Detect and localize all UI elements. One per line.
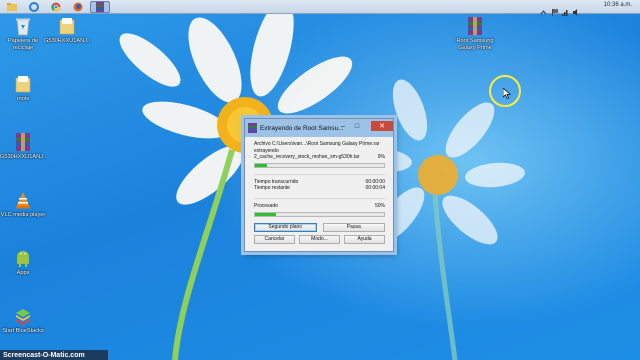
desktop-icon-label: roots [16,96,30,102]
winrar-icon [466,16,484,36]
archive-path-row: Archivo C:\Users\ivan...\Root Samsung Ga… [254,141,385,148]
pause-button[interactable]: Pausa [322,222,385,232]
folder-icon [14,74,32,94]
dialog-title-bar[interactable]: Extrayendo de Root Samsu... – □ ✕ [245,119,393,137]
mode-button[interactable]: Modo... [299,234,340,244]
watermark: Screencast-O-Matic.com [0,350,108,360]
action-row: extrayendo [254,148,385,155]
folder-icon [7,2,17,11]
mouse-pointer-icon [503,88,511,99]
winrar-icon [96,1,104,12]
vlc-icon [14,190,32,210]
file-progress-fill [255,163,267,167]
minimize-button[interactable]: – [337,121,349,131]
desktop-icon-label: Papelera de reciclaje [7,38,39,51]
maximize-button[interactable]: □ [351,121,363,131]
taskbar: 10:36 a.m. [0,0,640,16]
total-progress-fill [255,212,276,216]
desktop-icon-recycle-bin[interactable]: Papelera de reciclaje [0,16,46,51]
folder-icon [58,16,76,36]
desktop-icon-label: VLC media player [0,212,46,218]
bluestacks-icon [14,306,32,326]
processed-label: Procesado [254,202,278,209]
dialog-buttons-row2: Cancelar Modo... Ayuda [254,234,385,244]
remaining-row: Tiempo restante 00:00:04 [254,185,385,192]
background-button[interactable]: Segundo plano [254,222,317,232]
desktop-icon-folder-roots[interactable]: roots [0,74,46,103]
desktop-icon-label: Root Samsung Galaxy Prime [456,38,494,51]
elapsed-row: Tiempo transcurrido 00:00:00 [254,179,385,186]
dialog-buttons: Segundo plano Pausa [254,222,385,232]
current-file-name: 2_cache_recovery_stock_mohan_sm-g530h.ta… [254,154,360,161]
chrome-taskbar-button[interactable] [46,1,66,13]
remaining-label: Tiempo restante [254,185,290,192]
total-progress-bar [254,211,385,217]
file-progress-bar [254,162,385,168]
elapsed-label: Tiempo transcurrido [254,178,299,185]
minimize-icon: – [341,122,345,130]
recycle-bin-icon [14,16,32,36]
elapsed-value: 00:00:00 [365,178,385,185]
internet-explorer-icon [29,1,39,12]
archive-path: Archivo C:\Users\ivan...\Root Samsung Ga… [254,141,380,147]
desktop-icon-label: Apps [16,270,30,276]
ie-taskbar-button[interactable] [24,1,44,13]
volume-icon[interactable] [573,3,580,16]
divider [254,173,385,175]
explorer-taskbar-button[interactable] [2,1,22,13]
processed-row: Procesado 50% [254,203,385,210]
firefox-taskbar-button[interactable] [68,1,88,13]
close-icon: ✕ [379,123,385,130]
winrar-icon [14,132,32,152]
taskbar-clock[interactable]: 10:36 a.m. [604,2,632,8]
divider [254,197,385,199]
desktop-icon-apps[interactable]: Apps [0,248,46,277]
help-button[interactable]: Ayuda [344,234,385,244]
close-button[interactable]: ✕ [371,121,393,131]
desktop-icon-label: G530HXXU1ANJ... [0,154,48,160]
desktop-icon-vlc[interactable]: VLC media player [0,190,46,219]
winrar-icon [248,123,257,133]
current-file-row: 2_cache_recovery_stock_mohan_sm-g530h.ta… [254,154,385,161]
extraction-dialog: Extrayendo de Root Samsu... – □ ✕ Archiv… [244,118,394,252]
maximize-icon: □ [354,122,360,130]
tray-arrow-icon[interactable] [540,3,547,15]
firefox-icon [73,2,83,11]
desktop-icon-folder-g530h[interactable]: G530HXXU1ANJ... [44,16,92,45]
system-tray [540,3,580,16]
flag-icon[interactable] [551,3,558,16]
processed-percent: 50% [374,202,385,209]
chrome-icon [51,2,61,12]
winrar-taskbar-button[interactable] [90,0,110,13]
dialog-title: Extrayendo de Root Samsu... [260,124,344,132]
network-icon[interactable] [562,3,569,16]
desktop-icon-root-samsung[interactable]: Root Samsung Galaxy Prime [452,16,498,51]
cancel-button[interactable]: Cancelar [254,234,295,244]
android-icon [14,248,32,268]
desktop-icon-rar-g530h[interactable]: G530HXXU1ANJ... [0,132,48,161]
remaining-value: 00:00:04 [365,185,385,192]
action-label: extrayendo [254,147,279,154]
desktop-icon-label: Start BlueStacks [2,328,44,334]
desktop-icon-label: G530HXXU1ANJ... [44,38,92,44]
current-file-percent: 9% [377,154,385,161]
desktop-icon-bluestacks[interactable]: Start BlueStacks [0,306,46,335]
dialog-body: Archivo C:\Users\ivan...\Root Samsung Ga… [245,137,393,244]
